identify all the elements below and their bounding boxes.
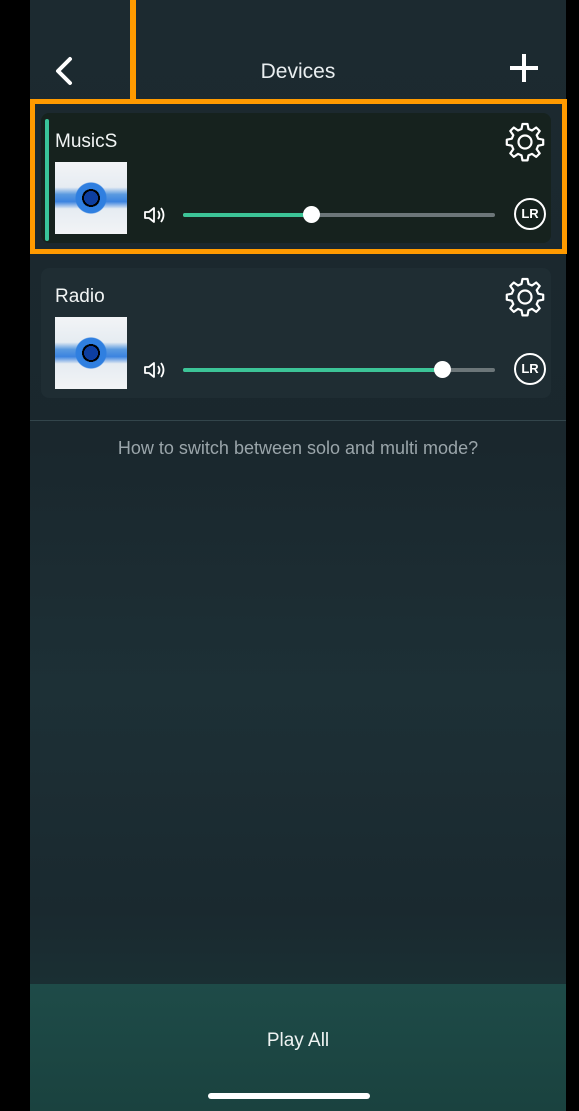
volume-slider[interactable]: [183, 361, 495, 378]
device-card[interactable]: MusicS LR: [41, 113, 551, 243]
divider: [30, 420, 566, 421]
volume-slider-fill: [183, 213, 311, 217]
volume-slider-knob[interactable]: [302, 206, 320, 223]
volume-icon[interactable]: [143, 205, 167, 225]
footer: Play All: [30, 984, 566, 1111]
help-link[interactable]: How to switch between solo and multi mod…: [30, 438, 566, 459]
gear-icon[interactable]: [504, 121, 546, 163]
play-all-button[interactable]: Play All: [30, 1030, 566, 1052]
device-name: MusicS: [55, 131, 118, 152]
speaker-thumbnail: [55, 317, 127, 389]
channel-lr-button[interactable]: LR: [514, 198, 546, 230]
active-indicator: [45, 119, 49, 241]
device-name: Radio: [55, 286, 105, 307]
volume-slider[interactable]: [183, 206, 495, 223]
page-title: Devices: [260, 60, 336, 83]
gear-icon[interactable]: [504, 276, 546, 318]
device-card[interactable]: Radio LR: [41, 268, 551, 398]
header: Devices: [30, 40, 566, 100]
devices-screen: Devices MusicS LR Radio LR How to switch…: [30, 0, 566, 1111]
volume-icon[interactable]: [143, 360, 167, 380]
home-indicator: [208, 1093, 370, 1099]
add-device-button[interactable]: [510, 54, 538, 82]
channel-lr-button[interactable]: LR: [514, 353, 546, 385]
volume-slider-knob[interactable]: [433, 361, 451, 378]
speaker-thumbnail: [55, 162, 127, 234]
annotation-pointer-line: [130, 0, 136, 102]
volume-slider-fill: [183, 368, 442, 372]
